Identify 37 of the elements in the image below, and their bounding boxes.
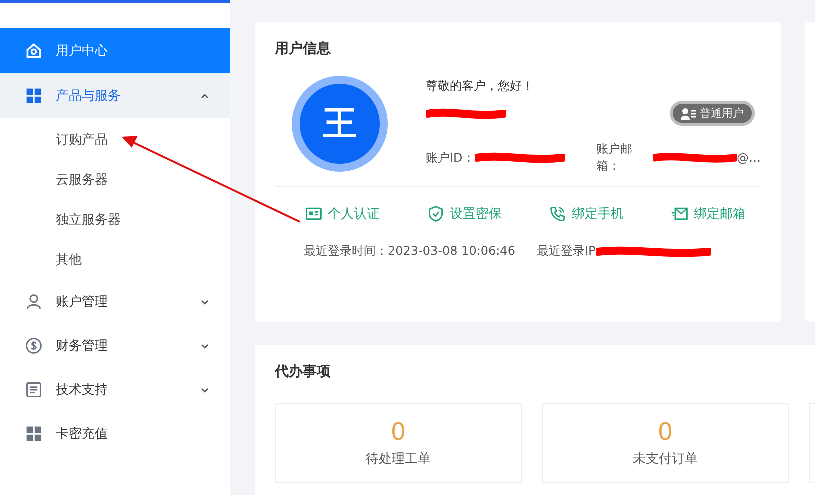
phone-icon	[549, 205, 567, 223]
document-icon	[25, 381, 43, 399]
avatar: 王	[292, 76, 388, 172]
sidebar-subitem[interactable]: 云服务器	[0, 160, 230, 200]
sidebar-item[interactable]: 产品与服务	[0, 73, 230, 118]
todo-label: 未支付订单	[633, 451, 698, 468]
todo-tile[interactable]: 0 待处理工单	[275, 403, 522, 483]
sidebar-subitem[interactable]: 独立服务器	[0, 200, 230, 240]
todo-count: 0	[390, 418, 406, 446]
last-login-ip-label: 最近登录IP	[537, 243, 596, 260]
person-icon	[25, 293, 43, 311]
sidebar-subitem[interactable]: 订购产品	[0, 120, 230, 160]
sidebar-subitem[interactable]: 其他	[0, 240, 230, 280]
shield-check-icon	[427, 205, 445, 223]
badge-label: 普通用户	[700, 106, 744, 121]
home-icon	[25, 42, 43, 60]
card-title: 用户信息	[275, 40, 332, 58]
email-label: 账户邮箱：	[596, 141, 634, 175]
sidebar-item[interactable]: 账户管理	[0, 280, 230, 324]
sidebar-item[interactable]: 技术支持	[0, 368, 230, 412]
email-value: @…	[737, 151, 761, 165]
todo-label: 待处理工单	[366, 451, 431, 468]
account-id-label: 账户ID：	[426, 150, 475, 166]
dollar-icon	[25, 337, 43, 355]
person-list-icon	[681, 108, 696, 120]
id-card-icon	[305, 205, 323, 223]
grid-icon	[25, 425, 43, 443]
last-login-time: 最近登录时间：2023-03-08 10:06:46	[304, 243, 516, 260]
sidebar-item[interactable]: 卡密充值	[0, 412, 230, 456]
sidebar-item[interactable]: 财务管理	[0, 324, 230, 368]
envelope-icon	[671, 205, 689, 223]
greeting-text: 尊敬的客户，您好！	[426, 78, 535, 95]
todo-tile[interactable]: 0 未支付订单	[542, 403, 789, 483]
todo-count: 0	[658, 418, 674, 446]
grid-icon	[25, 86, 43, 104]
sidebar-item[interactable]: 用户中心	[0, 28, 230, 73]
card-title: 代办事项	[275, 363, 332, 381]
